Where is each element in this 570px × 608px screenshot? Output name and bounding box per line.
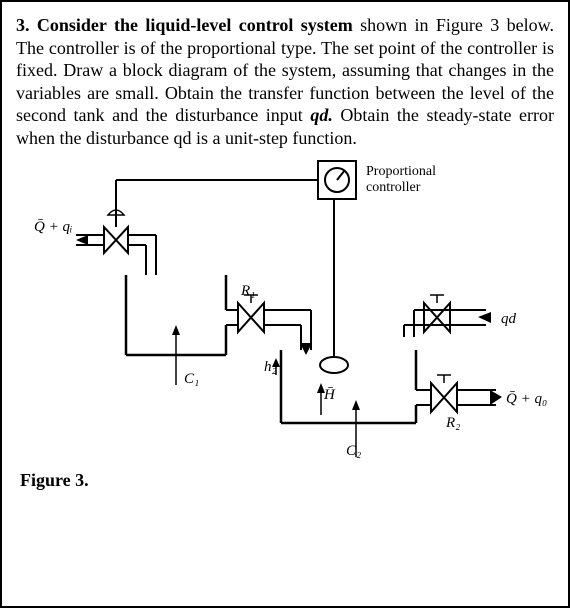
disturbance-label: qd xyxy=(501,311,517,327)
valve-r1-label: R₁ xyxy=(240,283,255,299)
figure-3: Proportional controller Q̄ + qᵢ xyxy=(16,155,556,495)
problem-heading: Consider the liquid-level control system xyxy=(37,15,353,35)
level-hbar: H̄ xyxy=(323,387,336,403)
valve-r2-label: R₂ xyxy=(445,415,460,431)
problem-statement: 3. Consider the liquid-level control sys… xyxy=(16,14,554,149)
controller-label-2: controller xyxy=(366,180,421,195)
controller-label-1: Proportional xyxy=(366,164,436,179)
figure-caption: Figure 3. xyxy=(20,470,89,491)
outflow-label: Q̄ + q₀ xyxy=(506,391,547,407)
tank1-capacitance: C₁ xyxy=(184,371,199,387)
inflow-label: Q̄ + qᵢ xyxy=(34,219,72,235)
var-qd-1: qd. xyxy=(310,105,333,125)
tank2-capacitance: C₂ xyxy=(346,443,361,459)
question-number: 3. xyxy=(16,15,30,35)
